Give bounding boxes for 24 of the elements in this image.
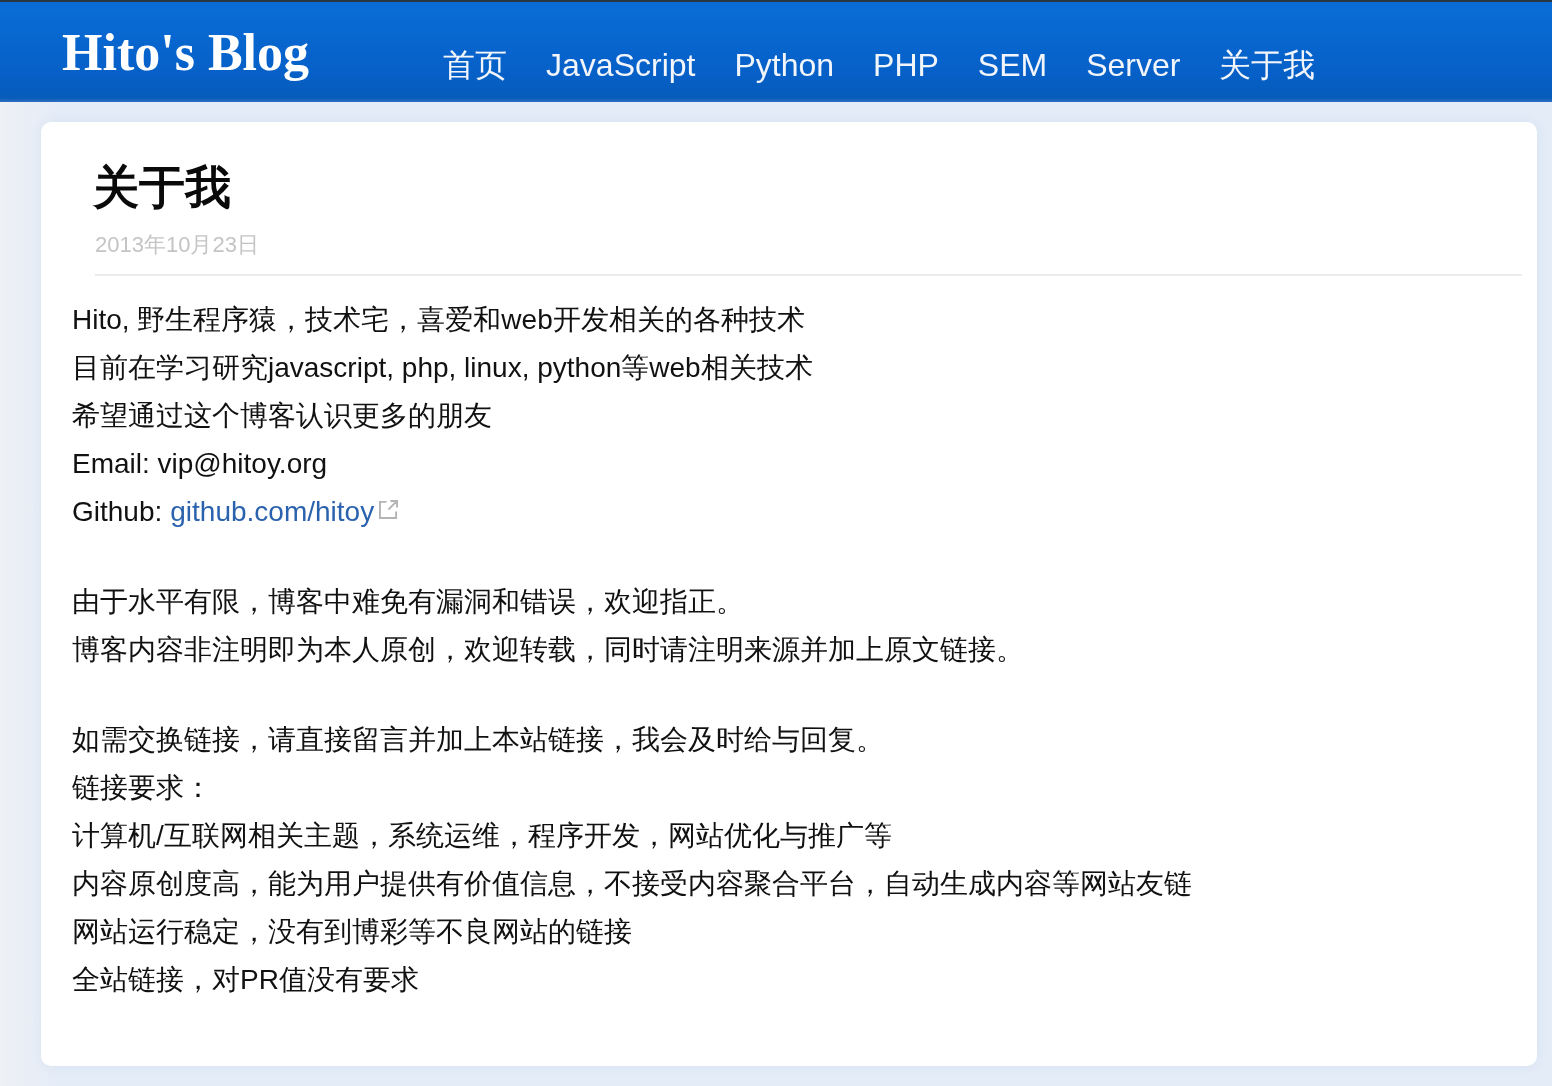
body-text: 网站运行稳定，没有到博彩等不良网站的链接 [72,915,633,949]
github-link[interactable]: github.com/hitoy [170,488,375,536]
body-text: 计算机/互联网相关主题，系统运维，程序开发，网站优化与推广等 [72,819,893,853]
body-text: 由于水平有限，博客中难免有漏洞和错误，欢迎指正。 [72,585,745,619]
nav-link[interactable]: JavaScript [546,46,696,84]
body-text: Email: vip@hitoy.org [72,447,329,481]
body-text: 希望通过这个博客认识更多的朋友 [72,399,493,433]
nav-link[interactable]: PHP [873,46,939,84]
body-text: 博客内容非注明即为本人原创，欢迎转载，同时请注明来源并加上原文链接。 [72,633,1025,667]
post-title: 关于我 [93,160,232,215]
body-text: 全站链接，对PR值没有要求 [72,963,420,997]
body-text: Hito, 野生程序猿，技术宅，喜爱和web开发相关的各种技术 [72,303,806,337]
body-text: 内容原创度高，能为用户提供有价值信息，不接受内容聚合平台，自动生成内容等网站友链 [72,867,1193,901]
body-text: 目前在学习研究javascript, php, linux, python等web相关技术 [72,351,814,385]
nav-link[interactable]: Server [1086,46,1181,84]
body-text: 如需交换链接，请直接留言并加上本站链接，我会及时给与回复。 [72,723,885,757]
nav-link[interactable]: 首页 [443,46,508,84]
post-date: 2013年10月23日 [95,231,260,259]
nav-link[interactable]: Python [734,46,835,84]
link-label: Github: [72,495,163,529]
blog-logo-link[interactable]: Hito's Blog [62,23,310,83]
body-text: 链接要求： [72,771,213,805]
nav-link[interactable]: SEM [977,46,1048,84]
nav-link[interactable]: 关于我 [1219,46,1316,84]
